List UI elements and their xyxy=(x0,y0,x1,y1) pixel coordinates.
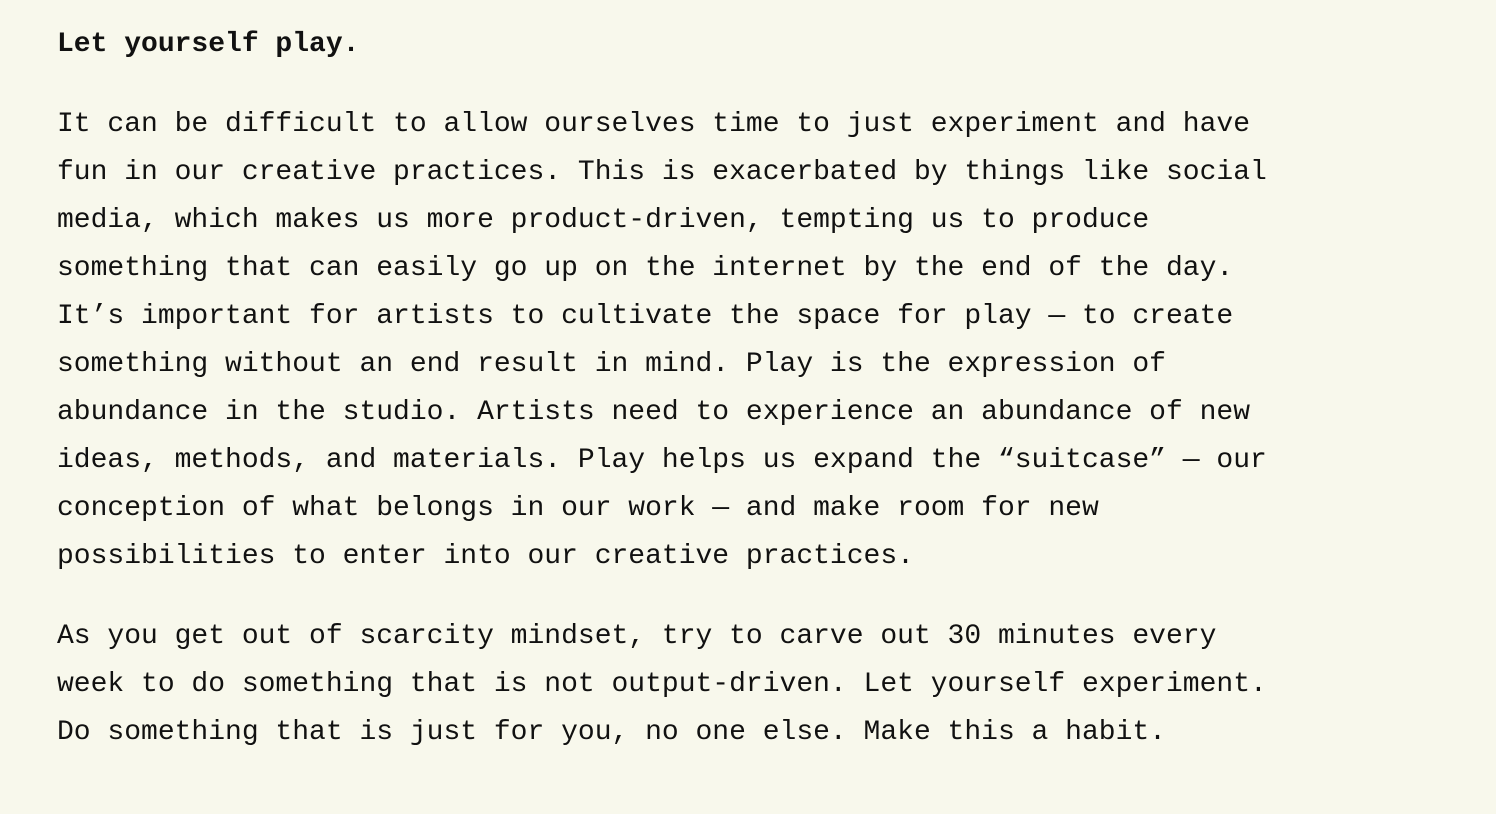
paragraph-line: As you get out of scarcity mindset, try … xyxy=(57,621,1217,652)
paragraph-line: It’s important for artists to cultivate … xyxy=(57,301,1234,332)
paragraph-line: media, which makes us more product-drive… xyxy=(57,205,1150,236)
paragraph-line: something without an end result in mind.… xyxy=(57,349,1166,380)
paragraph-line: something that can easily go up on the i… xyxy=(57,253,1234,284)
paragraph-line: possibilities to enter into our creative… xyxy=(57,541,914,572)
paragraph-line: fun in our creative practices. This is e… xyxy=(57,157,1267,188)
paragraph-line: ideas, methods, and materials. Play help… xyxy=(57,445,1267,476)
paragraph-habit: As you get out of scarcity mindset, try … xyxy=(57,613,1496,757)
paragraph-play-intro: It can be difficult to allow ourselves t… xyxy=(57,101,1496,581)
paragraph-line: conception of what belongs in our work —… xyxy=(57,493,1099,524)
paragraph-line: abundance in the studio. Artists need to… xyxy=(57,397,1250,428)
section-heading: Let yourself play. xyxy=(57,29,360,60)
article-page: Let yourself play. It can be difficult t… xyxy=(0,0,1496,814)
paragraph-line: Do something that is just for you, no on… xyxy=(57,717,1166,748)
paragraph-line: week to do something that is not output-… xyxy=(57,669,1267,700)
paragraph-line: It can be difficult to allow ourselves t… xyxy=(57,109,1250,140)
